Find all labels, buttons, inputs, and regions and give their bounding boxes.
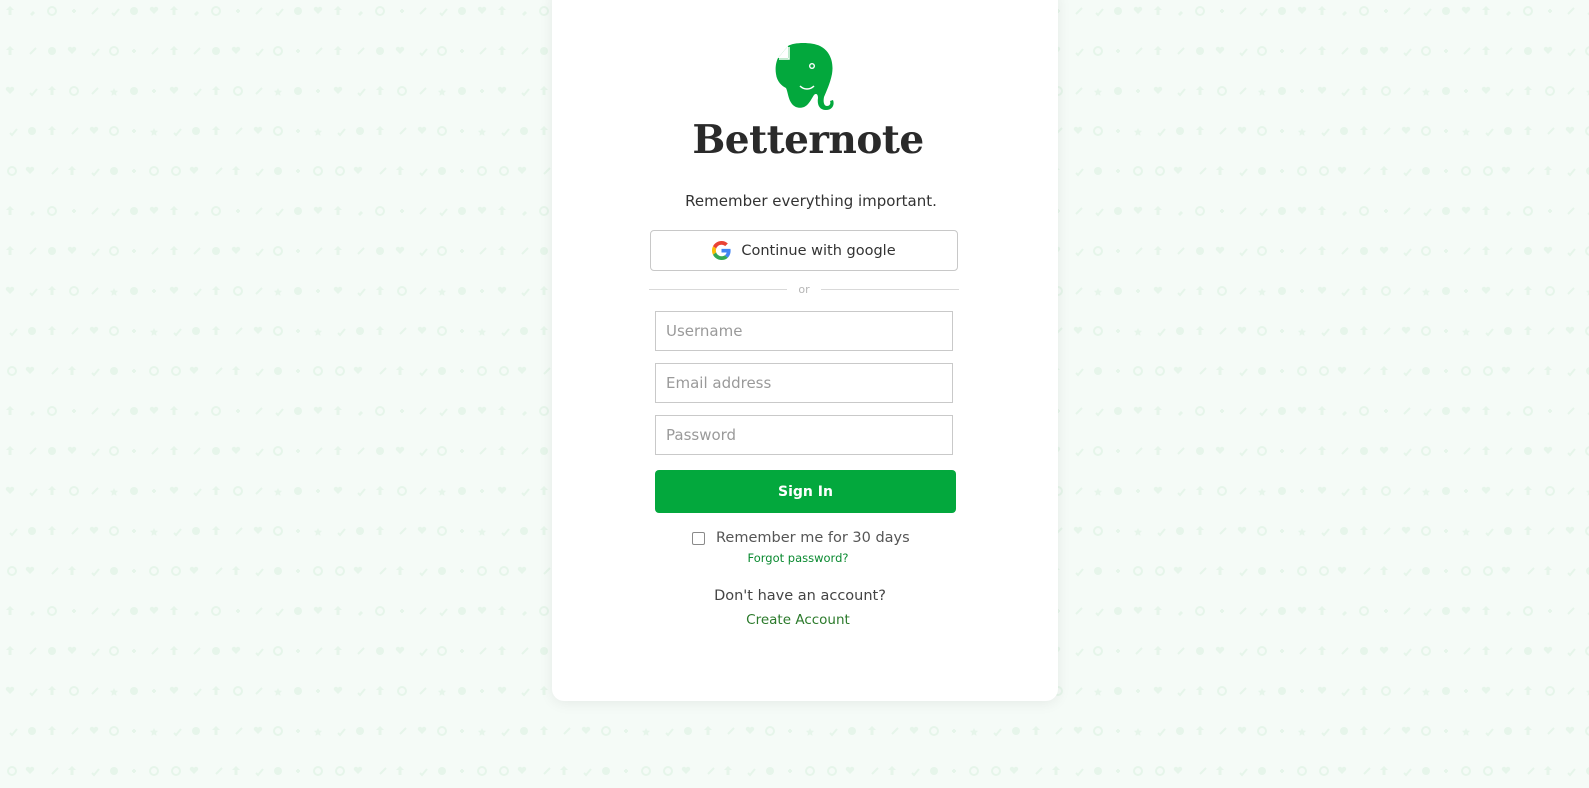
create-account-link[interactable]: Create Account xyxy=(552,612,1044,628)
remember-me-row[interactable]: Remember me for 30 days xyxy=(692,529,910,547)
remember-me-checkbox[interactable] xyxy=(692,531,705,545)
login-card: Betternote Remember everything important… xyxy=(552,0,1058,701)
no-account-prompt: Don't have an account? xyxy=(714,588,886,604)
remember-me-label[interactable]: Remember me for 30 days xyxy=(716,530,910,546)
username-input[interactable] xyxy=(655,311,953,351)
tagline: Remember everything important. xyxy=(685,192,937,210)
divider-line-left xyxy=(649,288,787,290)
google-button-label: Continue with google xyxy=(741,242,896,259)
elephant-logo-icon xyxy=(775,43,834,110)
divider-text: or xyxy=(798,282,810,296)
continue-with-google-button[interactable]: Continue with google xyxy=(650,230,958,271)
google-g-icon xyxy=(712,241,731,260)
forgot-password-link[interactable]: Forgot password? xyxy=(552,551,1044,565)
email-input[interactable] xyxy=(655,363,953,403)
sign-in-button[interactable]: Sign In xyxy=(655,470,956,513)
password-input[interactable] xyxy=(655,415,953,455)
brand-name: Betternote xyxy=(692,117,924,163)
divider-line-right xyxy=(821,288,959,290)
or-divider: or xyxy=(649,281,959,297)
